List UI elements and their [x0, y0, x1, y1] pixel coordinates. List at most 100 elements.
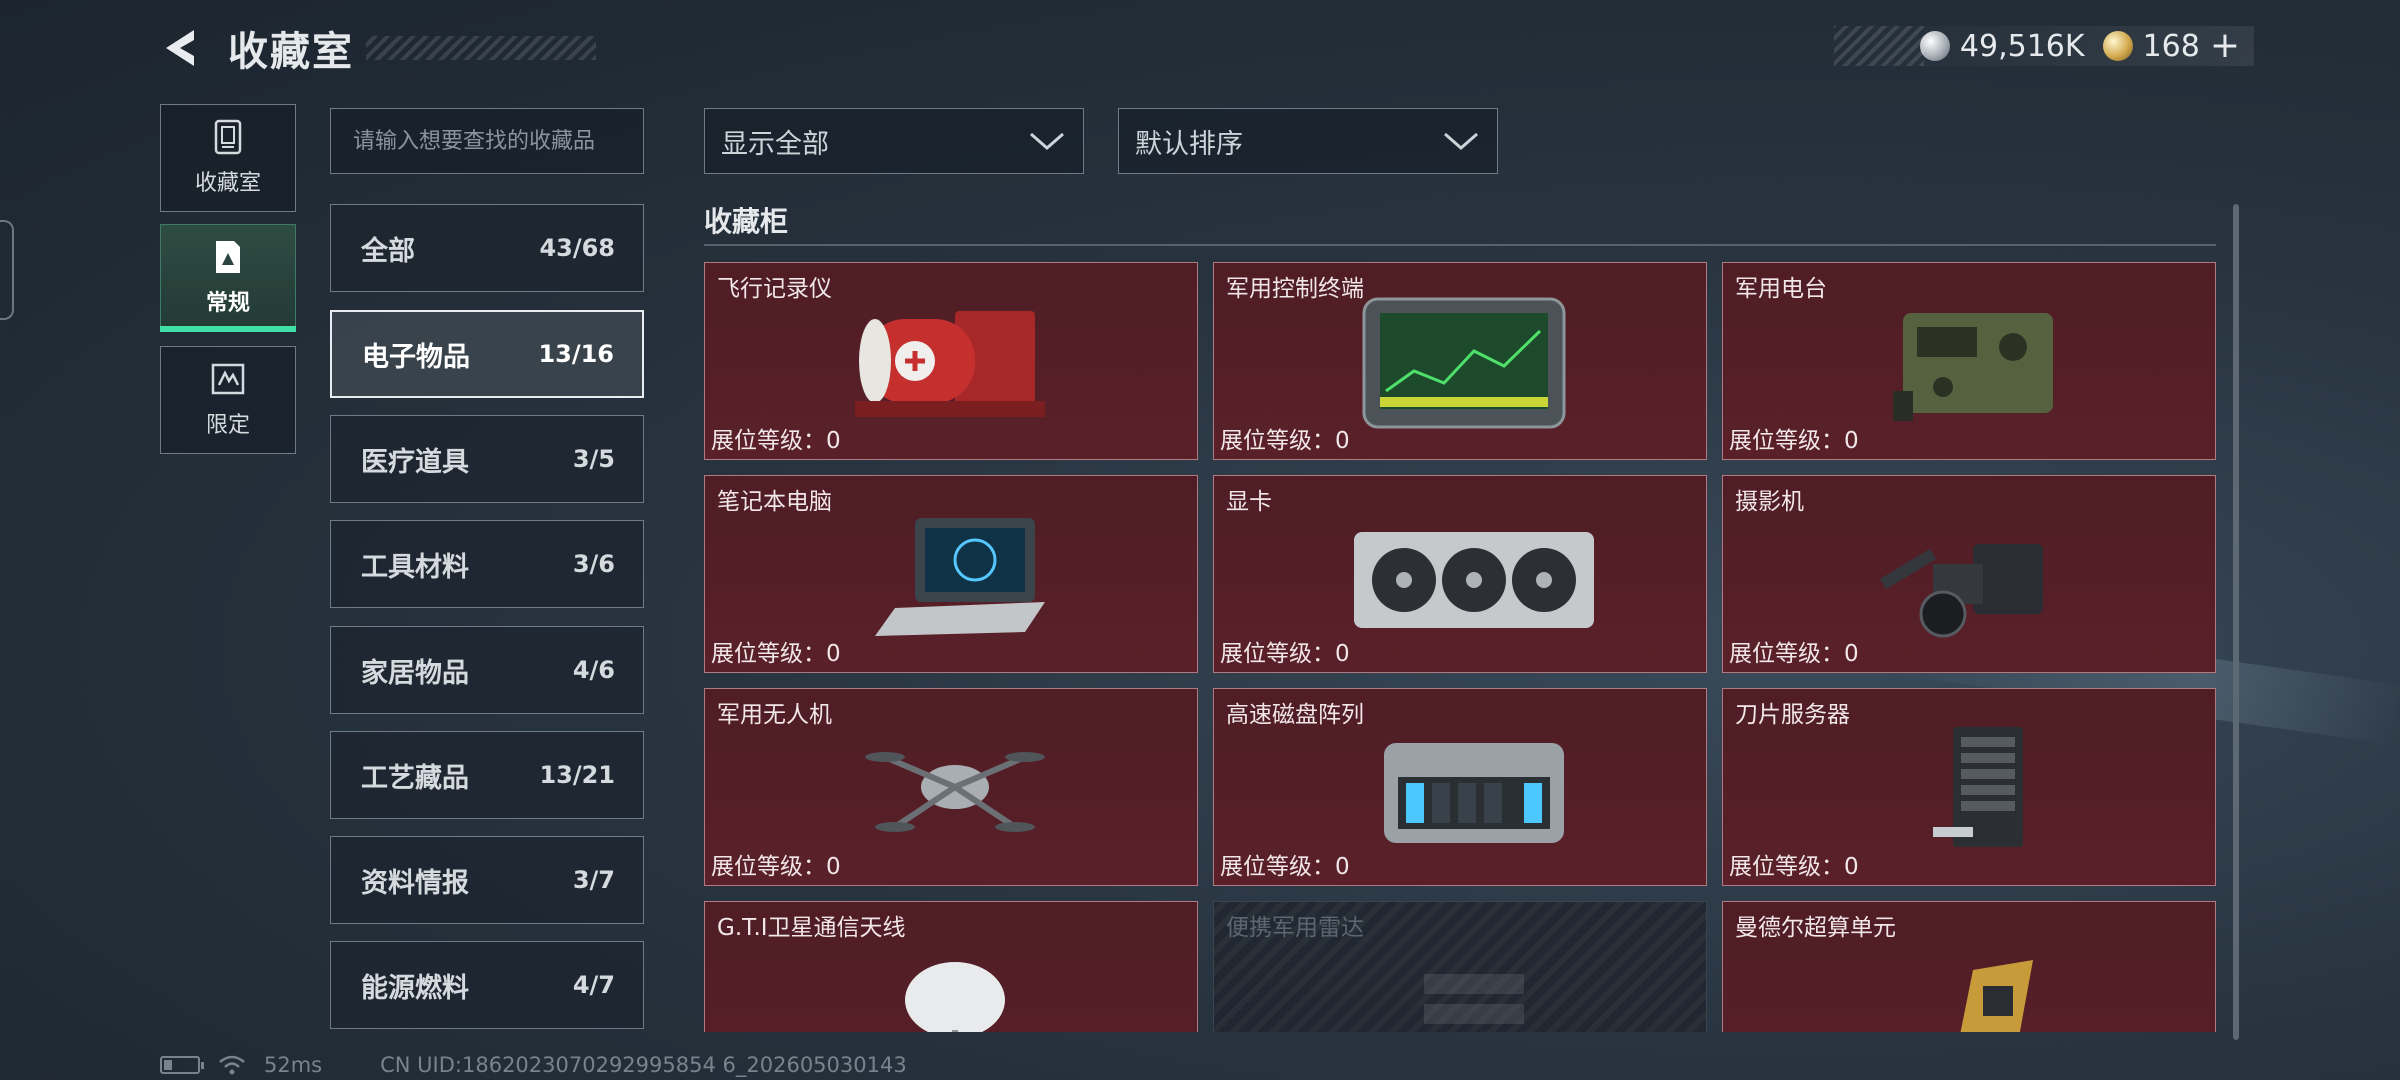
filter-value: 显示全部 [721, 128, 829, 160]
sort-dropdown[interactable]: 默认排序 [1118, 108, 1498, 174]
military-radio-icon [1893, 313, 2053, 421]
category-tools[interactable]: 工具材料 3/6 [330, 520, 644, 608]
back-arrow-icon [166, 30, 194, 66]
back-button[interactable] [160, 26, 200, 70]
rail-tab-collection-room[interactable]: 收藏室 [160, 104, 296, 212]
cabinet-scrollbar[interactable] [2233, 204, 2239, 1040]
add-currency-button[interactable]: + [2210, 28, 2240, 64]
page-header: 收藏室 [160, 22, 596, 75]
filter-dropdown[interactable]: 显示全部 [704, 108, 1084, 174]
rail-label: 常规 [205, 291, 250, 316]
regular-icon [210, 239, 246, 275]
chevron-down-icon [1030, 132, 1064, 150]
item-card[interactable]: 飞行记录仪 展位等级：0 [704, 262, 1198, 460]
item-name: 摄影机 [1735, 489, 1804, 515]
cabinet-grid: 飞行记录仪 展位等级：0 军用控制终端 展位等级：0 军用电台 展位等级：0 笔… [704, 262, 2216, 1032]
item-card[interactable]: 军用控制终端 展位等级：0 [1213, 262, 1707, 460]
flight-recorder-icon [855, 311, 1045, 417]
camera-icon [1879, 544, 2043, 638]
category-count: 3/6 [572, 550, 615, 578]
item-card[interactable]: 显卡 展位等级：0 [1213, 475, 1707, 673]
category-medical[interactable]: 医疗道具 3/5 [330, 415, 644, 503]
chevron-down-icon [1444, 132, 1478, 150]
collection-room-icon [210, 119, 246, 155]
item-level: 展位等级：0 [711, 854, 841, 880]
item-level: 展位等级：0 [1220, 428, 1350, 454]
item-card[interactable]: 曼德尔超算单元 [1722, 901, 2216, 1032]
page-title: 收藏室 [228, 29, 354, 75]
category-intel[interactable]: 资料情报 3/7 [330, 836, 644, 924]
rail-tab-regular[interactable]: 常规 [160, 224, 296, 332]
gold-coin-icon [2102, 31, 2133, 61]
category-count: 4/7 [572, 971, 615, 999]
item-card[interactable]: 军用电台 展位等级：0 [1722, 262, 2216, 460]
category-household[interactable]: 家居物品 4/6 [330, 626, 644, 714]
gold-currency: 168 + [2102, 28, 2240, 64]
portable-radar-icon [1424, 974, 1524, 1024]
item-level: 展位等级：0 [1220, 854, 1350, 880]
satellite-dish-icon [905, 962, 1005, 1032]
rail-label: 限定 [205, 413, 250, 438]
category-electronics[interactable]: 电子物品 13/16 [330, 310, 644, 398]
category-crafts[interactable]: 工艺藏品 13/21 [330, 731, 644, 819]
category-name: 全部 [361, 235, 415, 267]
item-card[interactable]: 摄影机 展位等级：0 [1722, 475, 2216, 673]
item-card[interactable]: G.T.I卫星通信天线 [704, 901, 1198, 1032]
category-name: 电子物品 [362, 341, 470, 373]
category-count: 3/7 [572, 866, 615, 894]
category-name: 资料情报 [361, 867, 469, 899]
item-card[interactable]: 笔记本电脑 展位等级：0 [704, 475, 1198, 673]
status-footer: 52ms CN UID:1862023070292995854 6_202605… [160, 1052, 907, 1078]
item-level: 展位等级：0 [1729, 854, 1859, 880]
wifi-icon [219, 1055, 245, 1075]
edge-handle[interactable] [0, 220, 14, 320]
uid-text: CN UID:1862023070292995854 6_20260503014… [380, 1053, 907, 1077]
drone-icon [865, 752, 1045, 832]
title-decoration [366, 36, 596, 60]
category-count: 13/21 [539, 761, 615, 789]
cabinet-title: 收藏柜 [704, 205, 789, 238]
gold-amount: 168 [2142, 28, 2200, 64]
item-level: 展位等级：0 [1729, 641, 1859, 667]
blade-server-icon [1933, 727, 2023, 847]
rail-label: 收藏室 [194, 171, 261, 196]
currency-bar: 49,516K 168 + [1834, 26, 2254, 66]
category-name: 家居物品 [361, 657, 469, 689]
item-card[interactable]: 刀片服务器 展位等级：0 [1722, 688, 2216, 886]
item-level: 展位等级：0 [711, 428, 841, 454]
category-energy[interactable]: 能源燃料 4/7 [330, 941, 644, 1029]
rail-tab-limited[interactable]: 限定 [160, 346, 296, 454]
section-divider [704, 244, 2216, 246]
disk-array-icon [1384, 743, 1564, 843]
category-count: 3/5 [572, 445, 615, 473]
supercomputer-unit-icon [1960, 960, 2033, 1032]
limited-icon [210, 361, 246, 397]
category-all[interactable]: 全部 43/68 [330, 204, 644, 292]
item-level: 展位等级：0 [1220, 641, 1350, 667]
category-count: 43/68 [539, 234, 615, 262]
item-card[interactable]: 军用无人机 展位等级：0 [704, 688, 1198, 886]
item-level: 展位等级：0 [711, 641, 841, 667]
silver-currency: 49,516K [1919, 28, 2085, 64]
category-name: 能源燃料 [361, 972, 469, 1004]
item-name: 军用电台 [1735, 276, 1827, 302]
category-name: 工艺藏品 [361, 762, 469, 794]
sort-value: 默认排序 [1135, 128, 1243, 160]
item-name: 显卡 [1226, 489, 1272, 515]
category-count: 13/16 [538, 340, 614, 368]
currency-decoration [1834, 26, 1924, 66]
silver-coin-icon [1919, 31, 1950, 61]
category-name: 医疗道具 [361, 446, 469, 478]
military-terminal-icon [1362, 297, 1566, 429]
battery-icon [160, 1056, 204, 1074]
graphics-card-icon [1354, 532, 1594, 628]
category-count: 4/6 [572, 656, 615, 684]
silver-amount: 49,516K [1959, 28, 2085, 64]
item-card-locked[interactable]: 便携军用雷达 [1213, 901, 1707, 1032]
item-level: 展位等级：0 [1729, 428, 1859, 454]
search-input[interactable] [330, 108, 644, 174]
item-card[interactable]: 高速磁盘阵列 展位等级：0 [1213, 688, 1707, 886]
category-name: 工具材料 [361, 551, 469, 583]
ping-value: 52ms [264, 1053, 323, 1077]
laptop-icon [875, 518, 1045, 636]
